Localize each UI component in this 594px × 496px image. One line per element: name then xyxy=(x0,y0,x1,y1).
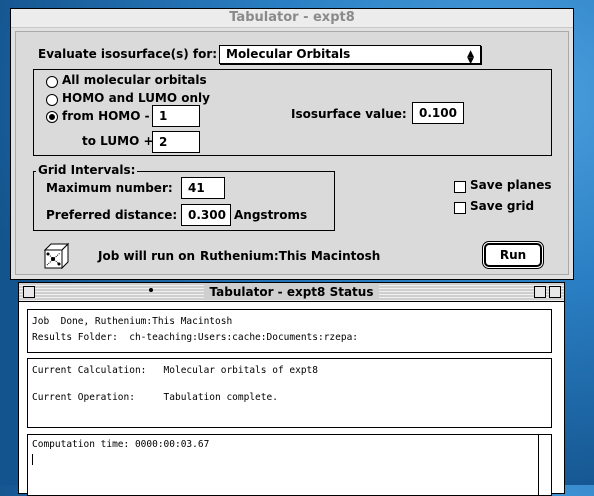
preferred-distance-field[interactable]: 0.300 xyxy=(181,204,231,226)
current-operation-line: Current Operation: Tabulation complete. xyxy=(32,392,278,403)
homo-offset-field[interactable]: 1 xyxy=(152,105,200,127)
collapse-box-icon[interactable] xyxy=(549,286,561,298)
close-box-icon[interactable] xyxy=(23,286,35,298)
cube-icon xyxy=(42,241,72,271)
save-planes-label: Save planes xyxy=(470,178,552,192)
isosurface-value-field[interactable]: 0.100 xyxy=(412,102,464,124)
preferred-distance-label: Preferred distance: xyxy=(46,208,178,222)
results-folder-line: Results Folder: ch-teaching:Users:cache:… xyxy=(32,332,359,343)
job-run-label: Job will run on xyxy=(98,249,196,263)
current-status-panel: Current Calculation: Molecular orbitals … xyxy=(27,358,552,428)
evaluate-label: Evaluate isosurface(s) for: xyxy=(38,47,218,61)
tabulator-content: Evaluate isosurface(s) for: Molecular Or… xyxy=(15,31,569,275)
text-cursor xyxy=(32,454,33,465)
evaluate-popup-value: Molecular Orbitals xyxy=(226,47,351,61)
lumo-offset-field[interactable]: 2 xyxy=(152,131,200,153)
radio-from-homo-label: from HOMO - xyxy=(62,109,150,123)
computation-time-line: Computation time: 0000:00:03.67 xyxy=(32,439,210,450)
radio-homo-lumo[interactable] xyxy=(46,94,58,106)
job-info-panel: Job Done, Ruthenium:This Macintosh Resul… xyxy=(27,309,552,353)
max-number-field[interactable]: 41 xyxy=(181,177,225,199)
to-lumo-label: to LUMO + xyxy=(82,134,154,148)
radio-from-homo[interactable] xyxy=(46,111,58,123)
orbital-options-group: All molecular orbitals HOMO and LUMO onl… xyxy=(33,69,552,156)
zoom-box-icon[interactable] xyxy=(534,286,546,298)
popup-arrows-down-icon: ▼ xyxy=(467,56,474,66)
radio-all-orbitals[interactable] xyxy=(46,76,58,88)
radio-all-orbitals-label: All molecular orbitals xyxy=(62,73,207,87)
angstroms-label: Angstroms xyxy=(234,208,308,222)
job-host: Ruthenium:This Macintosh xyxy=(200,249,381,263)
job-done-line: Job Done, Ruthenium:This Macintosh xyxy=(32,316,233,327)
grid-intervals-group: Grid Intervals: Maximum number: 41 Prefe… xyxy=(33,163,335,231)
log-panel[interactable]: Computation time: 0000:00:03.67 xyxy=(27,434,552,496)
radio-homo-lumo-label: HOMO and LUMO only xyxy=(62,91,210,105)
proxy-dot-icon xyxy=(149,288,153,292)
max-number-label: Maximum number: xyxy=(46,181,173,195)
log-scrollbar[interactable] xyxy=(538,435,551,495)
status-title: Tabulator - expt8 Status xyxy=(203,285,380,299)
current-calculation-line: Current Calculation: Molecular orbitals … xyxy=(32,365,318,376)
save-planes-checkbox[interactable] xyxy=(454,181,466,193)
tabulator-title[interactable]: Tabulator - expt8 xyxy=(11,9,573,28)
run-button[interactable]: Run xyxy=(484,243,542,267)
evaluate-popup[interactable]: Molecular Orbitals ▲ ▼ xyxy=(219,45,481,66)
status-window: Tabulator - expt8 Status Job Done, Ruthe… xyxy=(18,282,565,496)
tabulator-window: Tabulator - expt8 Evaluate isosurface(s)… xyxy=(10,8,574,280)
status-titlebar[interactable]: Tabulator - expt8 Status xyxy=(19,283,564,302)
save-grid-label: Save grid xyxy=(470,199,535,213)
isosurface-label: Isosurface value: xyxy=(291,107,407,121)
save-grid-checkbox[interactable] xyxy=(454,202,466,214)
grid-intervals-label: Grid Intervals: xyxy=(36,163,138,177)
